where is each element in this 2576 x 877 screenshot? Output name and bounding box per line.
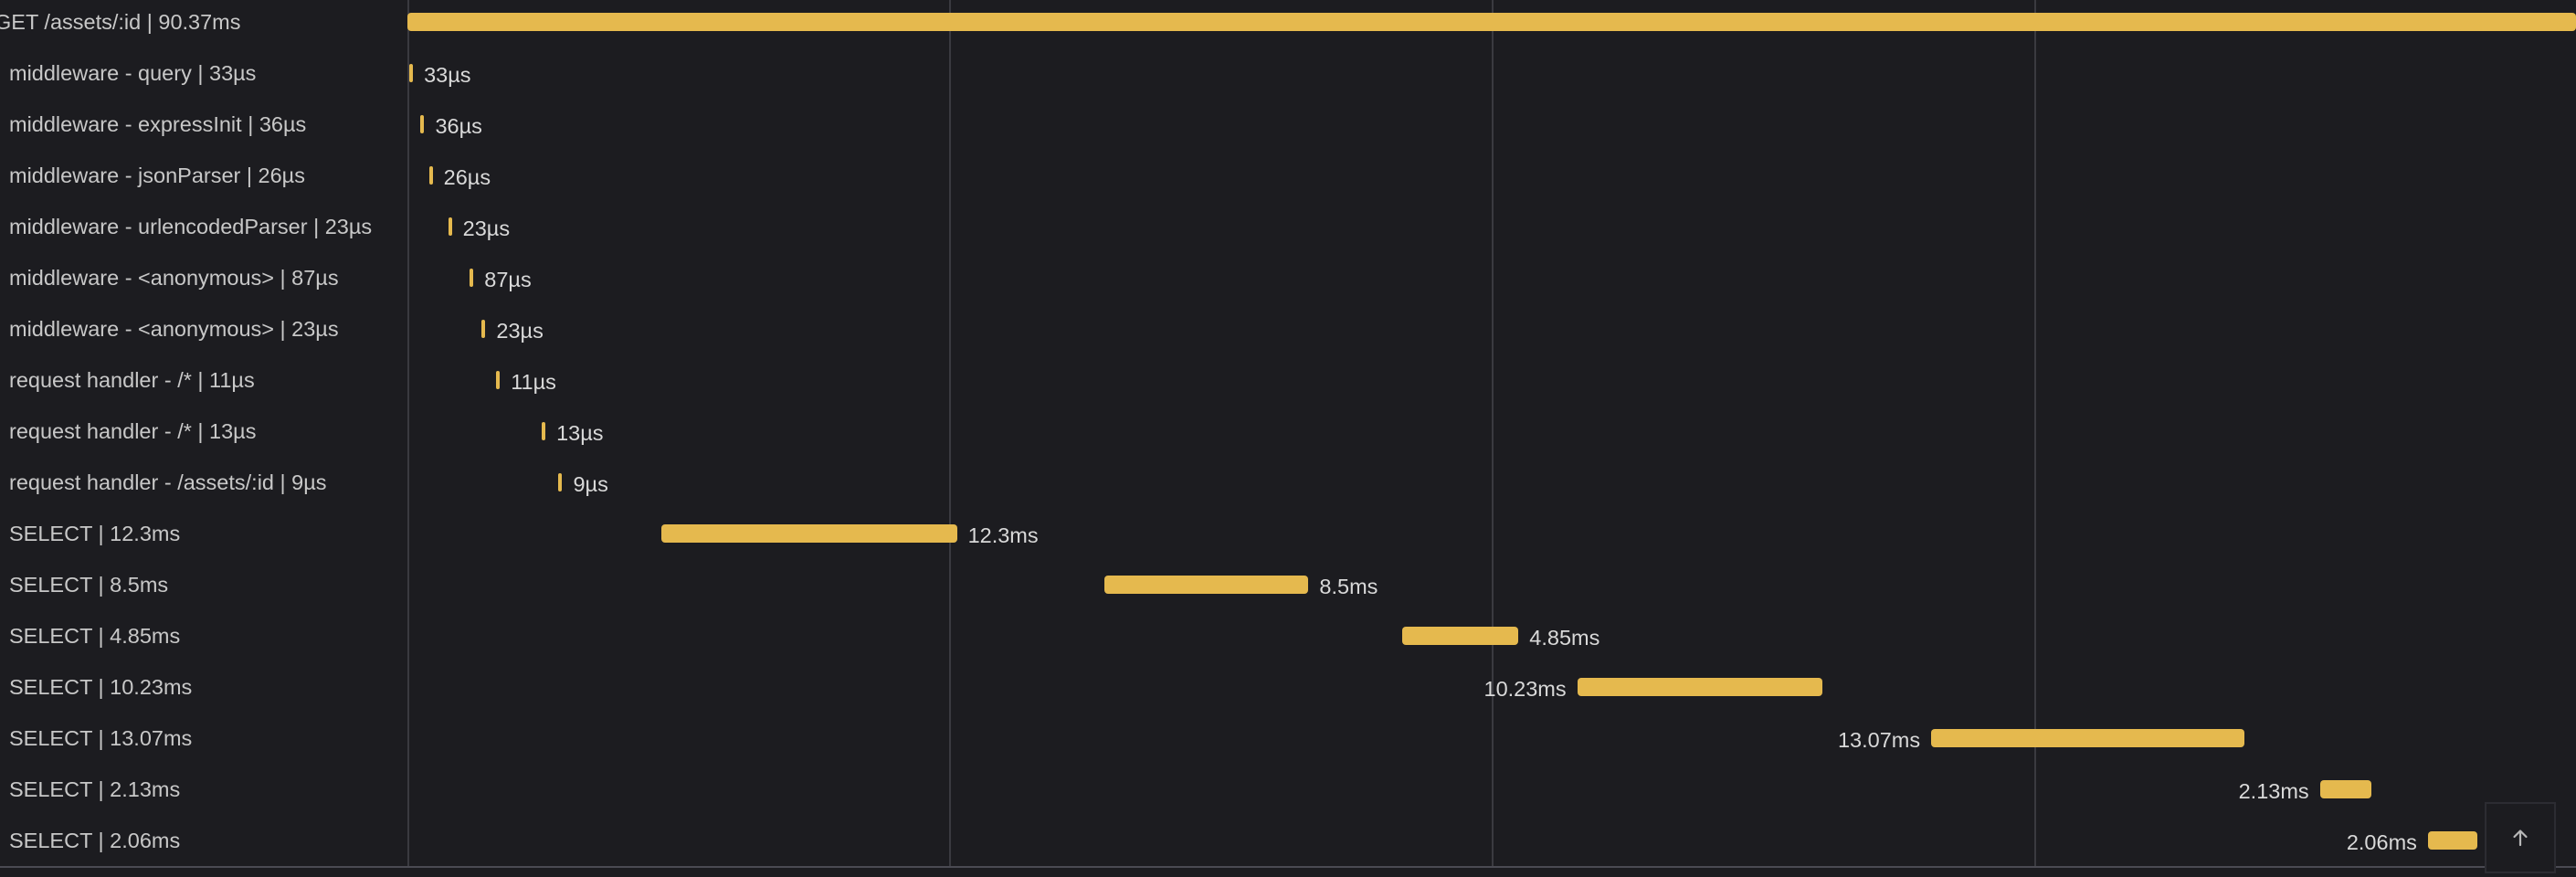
span-duration-label: 9µs — [573, 472, 608, 496]
span-bar[interactable] — [470, 269, 474, 287]
scroll-to-top-button[interactable] — [2485, 802, 2556, 873]
span-bar[interactable] — [1931, 729, 2245, 747]
span-label[interactable]: request handler - /* | 11µs — [9, 358, 255, 409]
span-label[interactable]: middleware - query | 33µs — [9, 51, 256, 102]
span-label[interactable]: SELECT | 13.07ms — [9, 716, 192, 767]
span-duration-label: 36µs — [435, 114, 482, 138]
span-duration-label: 2.06ms — [2346, 830, 2417, 854]
span-bar[interactable] — [448, 217, 452, 236]
span-label[interactable]: SELECT | 12.3ms — [9, 512, 180, 563]
span-timeline: 33µs 36µs 26µs 23µs 87µs 23µs 11µs 13µs 9µs 12.3m… — [407, 0, 2576, 866]
span-label[interactable]: request handler - /assets/:id | 9µs — [9, 460, 327, 512]
span-bar[interactable] — [558, 473, 563, 491]
span-label[interactable]: middleware - <anonymous> | 23µs — [9, 307, 339, 358]
span-duration-label: 10.23ms — [1483, 677, 1567, 701]
span-duration-label: 13.07ms — [1837, 728, 1921, 752]
span-duration-label: 87µs — [484, 268, 532, 291]
span-bar[interactable] — [428, 166, 433, 185]
span-label[interactable]: SELECT | 10.23ms — [9, 665, 192, 716]
timeline-gridline — [407, 0, 409, 866]
span-labels-column: GET /assets/:id | 90.37ms middleware - qu… — [0, 0, 407, 866]
span-bar[interactable] — [542, 422, 546, 440]
span-bar[interactable] — [1401, 627, 1519, 645]
span-bar[interactable] — [496, 371, 501, 389]
span-duration-label: 2.13ms — [2238, 779, 2309, 803]
span-duration-label: 11µs — [511, 370, 556, 394]
span-bar[interactable] — [409, 64, 414, 82]
span-bar[interactable] — [2427, 831, 2478, 850]
span-label[interactable]: SELECT | 2.06ms — [9, 819, 180, 870]
span-duration-label: 33µs — [424, 63, 471, 87]
span-duration-label: 4.85ms — [1529, 626, 1600, 650]
span-duration-label: 12.3ms — [967, 523, 1039, 547]
span-label[interactable]: SELECT | 2.13ms — [9, 767, 180, 819]
span-label[interactable]: middleware - jsonParser | 26µs — [9, 153, 305, 205]
span-duration-label: 13µs — [556, 421, 604, 445]
span-label[interactable]: middleware - expressInit | 36µs — [9, 102, 306, 153]
span-label[interactable]: GET /assets/:id | 90.37ms — [0, 0, 241, 51]
span-bar[interactable] — [1577, 678, 1823, 696]
arrow-up-icon — [2513, 829, 2528, 847]
span-bar[interactable] — [420, 115, 425, 133]
bottom-divider — [0, 866, 2576, 868]
span-label[interactable]: request handler - /* | 13µs — [9, 409, 256, 460]
span-label[interactable]: SELECT | 8.5ms — [9, 563, 168, 614]
span-duration-label: 26µs — [443, 165, 491, 189]
span-label[interactable]: SELECT | 4.85ms — [9, 614, 180, 665]
span-bar[interactable] — [1104, 576, 1309, 594]
span-duration-label: 23µs — [496, 319, 544, 343]
span-duration-label: 23µs — [462, 217, 511, 240]
span-label[interactable]: middleware - urlencodedParser | 23µs — [9, 205, 372, 256]
span-bar[interactable] — [2319, 780, 2371, 798]
root-span-bar[interactable] — [407, 13, 2576, 31]
trace-waterfall: GET /assets/:id | 90.37ms middleware - qu… — [0, 0, 2576, 866]
timeline-gridline — [949, 0, 952, 866]
span-bar[interactable] — [481, 320, 486, 338]
timeline-gridline — [1491, 0, 1494, 866]
span-label[interactable]: middleware - <anonymous> | 87µs — [9, 256, 339, 307]
span-bar[interactable] — [661, 524, 957, 543]
span-duration-label: 8.5ms — [1319, 575, 1378, 598]
